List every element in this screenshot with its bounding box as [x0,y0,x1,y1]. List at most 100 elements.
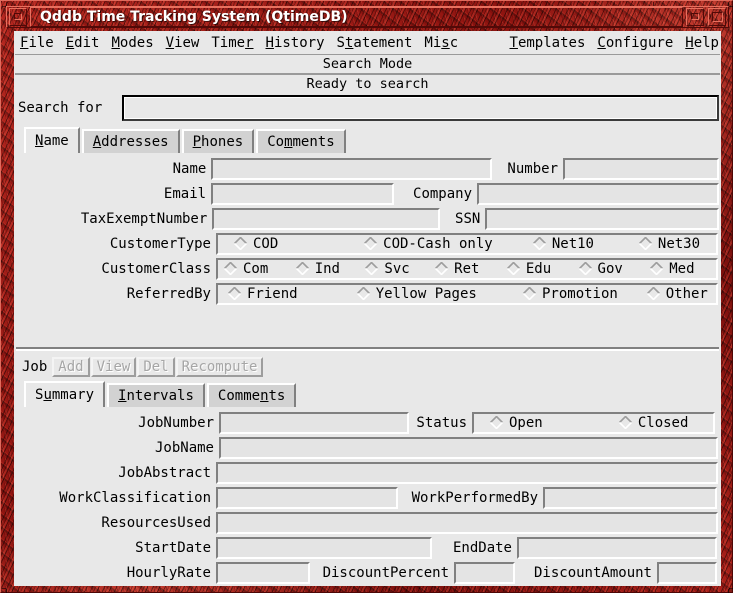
menu-configure[interactable]: Configure [591,33,679,53]
radio-promotion[interactable]: Promotion [522,286,647,302]
field-workperformedby[interactable] [543,486,717,509]
job-add-button[interactable]: Add [52,357,90,377]
tab-addresses[interactable]: Addresses [81,129,180,153]
diamond-icon [506,262,520,275]
job-panel: Job Add View Del Recompute Su mmary Inter… [16,353,719,584]
radio-friend[interactable]: Friend [218,286,357,302]
tab-phones[interactable]: Phones [181,129,255,153]
tab-name[interactable]: Name [24,127,80,153]
customerclass-group: Com Ind Svc Ret Edu Gov Med [216,257,718,280]
menu-timer[interactable]: Timer [205,33,259,53]
diamond-icon [646,287,660,300]
menu-history[interactable]: History [260,33,331,53]
radio-label: Ind [314,260,340,277]
radio-label: Friend [247,285,298,302]
customertype-group: COD COD-Cash only Net10 Net30 [216,232,718,255]
referredby-group: Friend Yellow Pages Promotion Other [216,282,718,305]
radio-other[interactable]: Other [646,286,716,302]
window-frame: Qddb Time Tracking System (QtimeDB) File… [0,0,733,593]
radio-cod[interactable]: COD [218,236,364,252]
field-number[interactable] [563,157,719,180]
radio-closed[interactable]: Closed [618,415,713,431]
search-input[interactable] [122,95,719,121]
label-customertype: CustomerType [16,232,216,255]
maximize-icon[interactable] [708,8,726,26]
field-jobabstract[interactable] [216,461,718,484]
diamond-icon [490,416,503,429]
radio-edu[interactable]: Edu [506,260,579,277]
radio-ret[interactable]: Ret [435,261,507,277]
window-title-area: Qddb Time Tracking System (QtimeDB) [30,7,683,27]
radio-cod-cash-only[interactable]: COD-Cash only [364,236,533,252]
title-bar[interactable]: Qddb Time Tracking System (QtimeDB) [6,6,729,28]
menu-view[interactable]: View [160,33,206,53]
radio-med[interactable]: Med [650,261,716,277]
field-email[interactable] [211,182,395,205]
radio-com[interactable]: Com [218,261,296,277]
row-resourcesused: ResourcesUsed [16,511,719,534]
row-name: Name Number [16,157,719,180]
radio-yellow-pages[interactable]: Yellow Pages [356,286,523,302]
job-section-label: Job [22,359,48,375]
row-customertype: CustomerType COD COD-Cash only Net10 Net… [16,232,719,255]
label-taxexemptnumber: TaxExemptNumber [16,207,213,230]
tab-job-comments[interactable]: Comme n ts [206,383,297,407]
radio-gov[interactable]: Gov [578,260,651,277]
field-taxexemptnumber[interactable] [212,207,441,230]
field-startdate[interactable] [216,536,432,559]
radio-label: Com [243,260,269,277]
label-ssn: SSN [440,207,486,230]
radio-label: COD [253,235,279,252]
menu-modes[interactable]: Modes [105,33,159,53]
menu-bar: File Edit Modes View Timer History State… [14,31,721,55]
job-recompute-button[interactable]: Recompute [175,357,264,377]
label-enddate: EndDate [432,536,517,559]
radio-open[interactable]: Open [474,415,619,431]
field-discountamount[interactable] [657,561,717,584]
radio-net30[interactable]: Net30 [638,235,716,252]
label-startdate: StartDate [16,536,216,559]
tab-intervals[interactable]: Intervals [107,383,205,407]
tab-summary[interactable]: Su mmary [24,381,106,407]
radio-label: Net30 [657,235,701,252]
minimize-icon[interactable] [9,8,27,26]
diamond-icon [364,237,378,250]
diamond-icon [650,262,664,275]
field-enddate[interactable] [517,536,717,559]
frame-seam [729,6,733,7]
field-workclassification[interactable] [216,486,398,509]
diamond-icon [578,262,592,275]
menu-templates[interactable]: Templates [504,33,592,53]
field-name[interactable] [211,157,492,180]
radio-net10[interactable]: Net10 [532,236,639,252]
field-hourlyrate[interactable] [216,561,310,584]
menu-statement[interactable]: Statement [331,33,419,53]
tab-comments[interactable]: Co m ments [256,129,346,153]
search-row: Search for [14,95,721,121]
field-jobname[interactable] [219,436,718,459]
menu-file[interactable]: File [14,33,60,53]
radio-label: Gov [597,260,623,277]
label-status: Status [409,411,472,434]
menu-misc[interactable]: Misc [418,33,464,53]
field-resourcesused[interactable] [216,511,718,534]
radio-label: Svc [384,260,410,277]
label-name: Name [16,157,212,180]
field-discountpercent[interactable] [454,561,515,584]
radio-label: Edu [525,260,552,277]
row-startdate: StartDate EndDate [16,536,719,559]
job-view-button[interactable]: View [90,357,137,377]
field-jobnumber[interactable] [219,411,409,434]
menu-edit[interactable]: Edit [60,33,106,53]
field-ssn[interactable] [485,207,719,230]
frame-seam [728,589,729,593]
job-del-button[interactable]: Del [137,357,175,377]
radio-ind[interactable]: Ind [295,260,366,277]
restore-icon[interactable] [686,8,704,26]
row-hourlyrate: HourlyRate DiscountPercent DiscountAmoun… [16,561,719,584]
field-company[interactable] [477,182,719,205]
radio-svc[interactable]: Svc [365,261,435,277]
menu-help[interactable]: Help [679,33,721,53]
diamond-icon [356,287,370,300]
row-customerclass: CustomerClass Com Ind Svc Ret Edu Gov Me… [16,257,719,280]
